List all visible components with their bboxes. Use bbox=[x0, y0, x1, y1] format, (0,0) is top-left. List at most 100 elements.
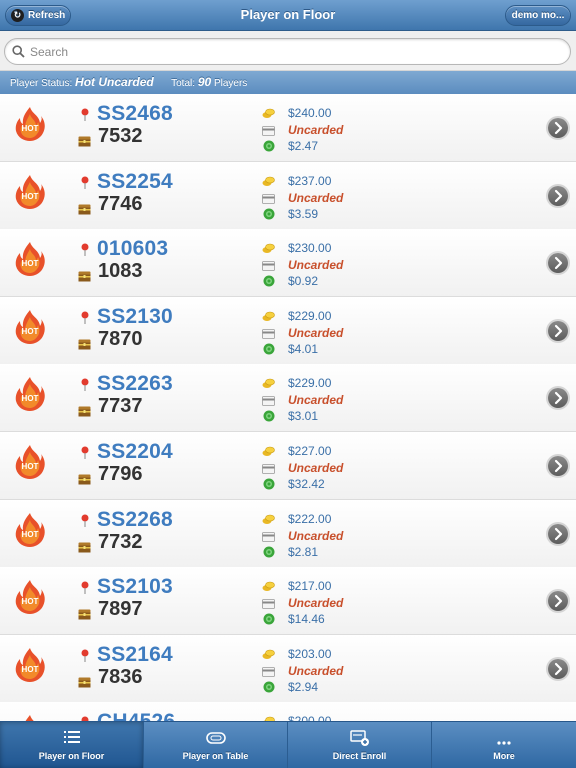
card-icon bbox=[262, 664, 275, 677]
player-row[interactable]: HOT 010603 1083 $230.00 Uncarded $0.92 bbox=[0, 229, 576, 297]
amount-value: $230.00 bbox=[288, 241, 332, 255]
seat-id: SS2130 bbox=[97, 305, 173, 328]
treasure-chest-icon bbox=[78, 269, 91, 282]
casino-chip-icon bbox=[263, 545, 275, 558]
row-detail-button[interactable] bbox=[548, 659, 568, 679]
hot-badge-text: HOT bbox=[22, 124, 39, 133]
card-status: Uncarded bbox=[288, 326, 344, 340]
chevron-right-icon bbox=[554, 527, 563, 541]
row-detail-button[interactable] bbox=[548, 253, 568, 273]
row-detail-button[interactable] bbox=[548, 186, 568, 206]
tab-player-on-table[interactable]: Player on Table bbox=[144, 722, 288, 768]
seat-id: SS2263 bbox=[97, 372, 173, 395]
gold-coins-icon bbox=[262, 579, 275, 591]
hot-badge-text: HOT bbox=[22, 597, 39, 606]
chevron-right-icon bbox=[554, 662, 563, 676]
player-row[interactable]: HOT SS2268 7732 $222.00 Uncarded $2.81 bbox=[0, 500, 576, 568]
search-box[interactable] bbox=[4, 38, 571, 65]
player-row[interactable]: HOT SS2263 7737 $229.00 Uncarded $3.01 bbox=[0, 364, 576, 432]
chevron-right-icon bbox=[554, 324, 563, 338]
chip-balance: $3.59 bbox=[288, 207, 319, 221]
seat-id: 010603 bbox=[97, 237, 169, 260]
status-value: Hot Uncarded bbox=[75, 75, 154, 89]
chip-balance: $2.81 bbox=[288, 545, 319, 559]
player-row[interactable]: HOT SS2468 7532 $240.00 Uncarded $2.47 bbox=[0, 94, 576, 162]
casino-chip-icon bbox=[263, 342, 275, 355]
hot-flame-icon: HOT bbox=[14, 106, 46, 142]
treasure-chest-icon bbox=[78, 337, 91, 350]
tab-player-on-floor[interactable]: Player on Floor bbox=[0, 722, 144, 768]
card-status: Uncarded bbox=[288, 461, 344, 475]
player-row[interactable]: HOT SS2254 7746 $237.00 Uncarded $3.59 bbox=[0, 162, 576, 230]
chip-balance: $4.01 bbox=[288, 342, 319, 356]
player-row[interactable]: HOT CH4526 $200.00 bbox=[0, 702, 576, 721]
search-input[interactable] bbox=[30, 42, 560, 62]
tab-direct-enroll[interactable]: Direct Enroll bbox=[288, 722, 432, 768]
location-pin-icon bbox=[80, 649, 90, 663]
total-value: 90 bbox=[197, 75, 212, 89]
footer-nav: Player on Floor Player on Table Direct E… bbox=[0, 721, 576, 768]
gold-coins-icon bbox=[262, 647, 275, 659]
chevron-right-icon bbox=[554, 256, 563, 270]
player-row[interactable]: HOT SS2164 7836 $203.00 Uncarded $2.94 bbox=[0, 635, 576, 703]
row-detail-button[interactable] bbox=[548, 591, 568, 611]
card-status: Uncarded bbox=[288, 393, 344, 407]
amount-value: $203.00 bbox=[288, 647, 332, 661]
card-icon bbox=[262, 393, 275, 406]
location-pin-icon bbox=[80, 378, 90, 392]
table-icon bbox=[206, 729, 226, 747]
search-icon bbox=[12, 45, 25, 58]
amount-value: $229.00 bbox=[288, 309, 332, 323]
player-row[interactable]: HOT SS2204 7796 $227.00 Uncarded $32.42 bbox=[0, 432, 576, 500]
chip-balance: $3.01 bbox=[288, 409, 319, 423]
hot-flame-icon: HOT bbox=[14, 174, 46, 210]
row-detail-button[interactable] bbox=[548, 118, 568, 138]
player-number: 7870 bbox=[98, 328, 143, 350]
casino-chip-icon bbox=[263, 274, 275, 287]
hot-flame-icon: HOT bbox=[14, 241, 46, 277]
enroll-icon bbox=[350, 729, 370, 747]
hot-badge-text: HOT bbox=[22, 259, 39, 268]
row-detail-button[interactable] bbox=[548, 388, 568, 408]
tab-label: Player on Floor bbox=[38, 751, 105, 761]
amount-value: $229.00 bbox=[288, 376, 332, 390]
seat-id: SS2254 bbox=[97, 170, 173, 193]
chevron-right-icon bbox=[554, 594, 563, 608]
location-pin-icon bbox=[80, 243, 90, 257]
casino-chip-icon bbox=[263, 409, 275, 422]
search-bar bbox=[0, 31, 576, 71]
hot-flame-icon: HOT bbox=[14, 714, 46, 721]
amount-value: $200.00 bbox=[288, 714, 332, 721]
chip-balance: $0.92 bbox=[288, 274, 319, 288]
seat-id: SS2468 bbox=[97, 102, 173, 125]
card-icon bbox=[262, 258, 275, 271]
player-row[interactable]: HOT SS2130 7870 $229.00 Uncarded $4.01 bbox=[0, 297, 576, 365]
gold-coins-icon bbox=[262, 376, 275, 388]
casino-chip-icon bbox=[263, 139, 275, 152]
hot-flame-icon: HOT bbox=[14, 512, 46, 548]
header-bar: ↻ Refresh Player on Floor demo mo... bbox=[0, 0, 576, 31]
row-detail-button[interactable] bbox=[548, 456, 568, 476]
player-row[interactable]: HOT SS2103 7897 $217.00 Uncarded $14.46 bbox=[0, 567, 576, 635]
row-detail-button[interactable] bbox=[548, 321, 568, 341]
location-pin-icon bbox=[80, 514, 90, 528]
chevron-right-icon bbox=[554, 391, 563, 405]
gold-coins-icon bbox=[262, 444, 275, 456]
user-menu-button[interactable]: demo mo... bbox=[505, 5, 571, 26]
seat-id: SS2103 bbox=[97, 575, 173, 598]
row-detail-button[interactable] bbox=[548, 524, 568, 544]
chip-balance: $2.94 bbox=[288, 680, 319, 694]
location-pin-icon bbox=[80, 311, 90, 325]
status-label: Player Status: bbox=[10, 78, 73, 89]
chevron-right-icon bbox=[554, 121, 563, 135]
chip-balance: $2.47 bbox=[288, 139, 319, 153]
seat-id: SS2268 bbox=[97, 508, 173, 531]
card-icon bbox=[262, 596, 275, 609]
player-number: 7732 bbox=[98, 531, 143, 553]
treasure-chest-icon bbox=[78, 202, 91, 215]
tab-more[interactable]: More bbox=[432, 722, 576, 768]
player-list: HOT SS2468 7532 $240.00 Uncarded $2.47 H… bbox=[0, 94, 576, 721]
hot-badge-text: HOT bbox=[22, 394, 39, 403]
treasure-chest-icon bbox=[78, 134, 91, 147]
more-icon bbox=[494, 729, 514, 747]
